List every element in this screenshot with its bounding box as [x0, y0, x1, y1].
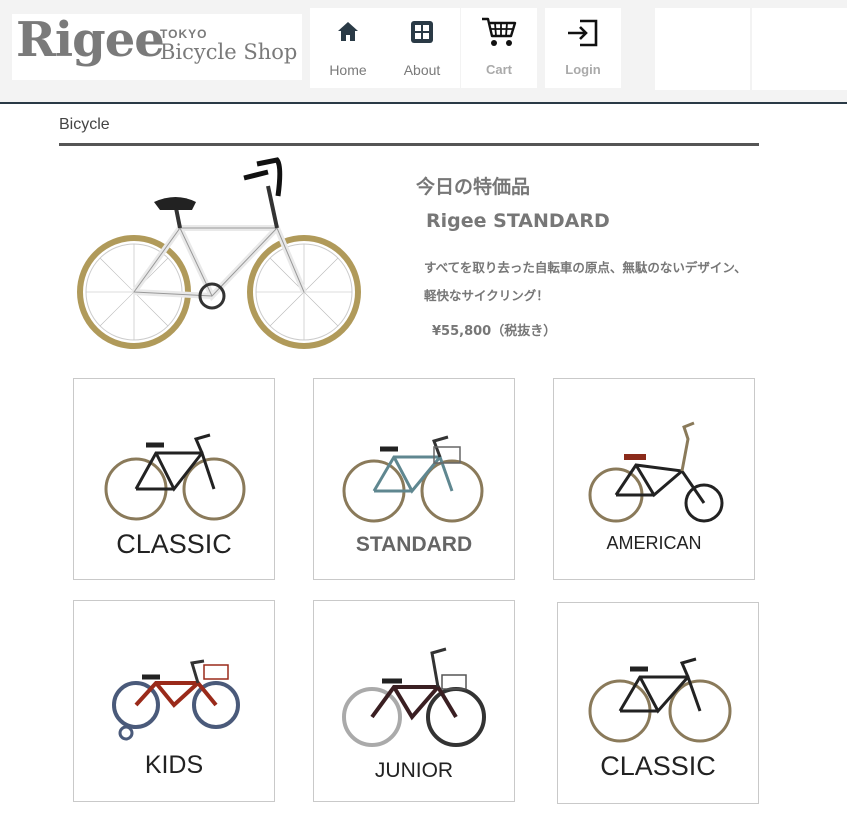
- logo[interactable]: Rigee TOKYO Bicycle Shop: [12, 12, 302, 80]
- header-blank-panel: [655, 8, 750, 90]
- featured-description-line: 軽快なサイクリング！: [424, 288, 549, 303]
- login-icon: [566, 18, 600, 52]
- category-card-junior[interactable]: JUNIOR: [313, 600, 515, 802]
- nav-cart[interactable]: Cart: [461, 8, 537, 88]
- grid-icon: [410, 20, 434, 48]
- logo-city: TOKYO: [160, 27, 208, 41]
- category-card-classic[interactable]: CLASSIC: [73, 378, 275, 580]
- nav-about-label: About: [403, 62, 441, 78]
- site-header: Rigee TOKYO Bicycle Shop Home About Cart…: [0, 0, 847, 104]
- category-card-classic-2[interactable]: CLASSIC: [557, 602, 759, 804]
- nav-login[interactable]: Login: [545, 8, 621, 88]
- featured-description-line: すべてを取り去った自転車の原点、無駄のないデザイン、: [424, 260, 747, 275]
- section-divider: [59, 143, 759, 146]
- category-label: KIDS: [144, 751, 204, 779]
- featured-product-name[interactable]: Rigee STANDARD: [426, 210, 610, 232]
- featured-description: すべてを取り去った自転車の原点、無駄のないデザイン、 軽快なサイクリング！: [424, 254, 784, 310]
- section-title: Bicycle: [59, 116, 110, 133]
- header-blank-panel: [752, 8, 847, 90]
- featured-label: 今日の特価品: [416, 176, 531, 198]
- nav-home-label: Home: [329, 62, 367, 78]
- featured-bicycle-image[interactable]: [72, 156, 372, 356]
- category-label: CLASSIC: [600, 751, 716, 781]
- featured-price: ¥55,800（税抜き）: [432, 324, 557, 339]
- home-icon: [336, 20, 360, 48]
- category-card-american[interactable]: AMERICAN: [553, 378, 755, 580]
- category-card-standard[interactable]: STANDARD: [313, 378, 515, 580]
- category-label: AMERICAN: [606, 533, 702, 553]
- category-label: CLASSIC: [116, 529, 232, 559]
- category-label: JUNIOR: [374, 759, 454, 782]
- nav-login-label: Login: [565, 62, 601, 77]
- cart-icon: [481, 16, 517, 52]
- category-card-kids[interactable]: KIDS: [73, 600, 275, 802]
- category-label: STANDARD: [355, 533, 473, 556]
- nav-about[interactable]: About: [384, 8, 460, 88]
- nav-cart-label: Cart: [485, 62, 512, 77]
- logo-subtitle: Bicycle Shop: [160, 40, 298, 64]
- nav-home[interactable]: Home: [310, 8, 386, 88]
- logo-text: Rigee: [16, 12, 165, 68]
